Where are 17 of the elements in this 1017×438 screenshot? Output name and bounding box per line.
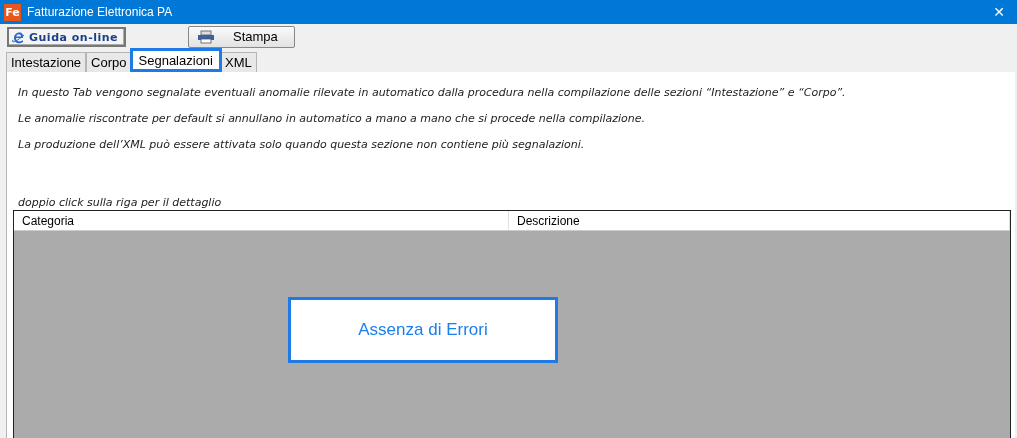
app-logo: Fe [4, 3, 21, 21]
close-button[interactable]: ✕ [985, 1, 1013, 23]
print-button[interactable]: Stampa [188, 26, 295, 48]
help-button[interactable]: Guida on-line [7, 27, 126, 47]
tab[interactable]: Segnalazioni [129, 48, 222, 72]
hint-text: doppio click sulla riga per il dettaglio [17, 196, 223, 210]
tab[interactable]: Corpo [86, 52, 132, 72]
browser-icon [12, 30, 25, 44]
column-header[interactable]: Categoria [14, 211, 509, 230]
window-title: Fatturazione Elettronica PA [27, 4, 173, 21]
tab[interactable]: Intestazione [6, 52, 87, 72]
info-text: In questo Tab vengono segnalate eventuali anomalie rilevate in automatico dalla procedura nella compilazione delle sezioni “Intestazione” e “Corpo”. [17, 86, 847, 101]
info-text: La produzione dell’XML può essere attivata solo quando questa sezione non contiene più segnalazioni. [17, 138, 586, 153]
status-message: Assenza di Errori [288, 297, 558, 363]
printer-icon [197, 30, 215, 44]
column-header[interactable]: Descrizione [509, 211, 1010, 230]
info-text: Le anomalie riscontrate per default si annullano in automatico a mano a mano che si procede nella compilazione. [17, 112, 647, 127]
